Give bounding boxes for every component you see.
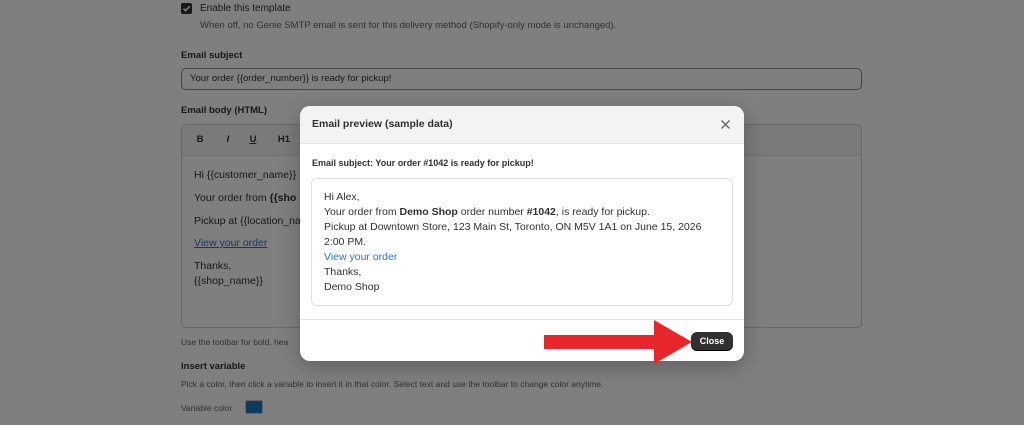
preview-order-text-1: Your order from — [324, 206, 400, 218]
preview-subject: Email subject: Your order #1042 is ready… — [312, 158, 534, 168]
close-icon[interactable] — [720, 119, 731, 130]
preview-order-line: Your order from Demo Shop order number #… — [324, 206, 650, 218]
close-button[interactable]: Close — [691, 332, 733, 350]
preview-shop-name: Demo Shop — [399, 206, 458, 218]
preview-body: Hi Alex, Your order from Demo Shop order… — [311, 178, 733, 306]
preview-pickup-line-2: 2:00 PM. — [324, 236, 367, 248]
modal-title: Email preview (sample data) — [312, 118, 453, 130]
preview-signoff: Demo Shop — [324, 281, 380, 293]
preview-thanks: Thanks, — [324, 266, 362, 278]
red-arrow-annotation — [544, 320, 692, 364]
preview-pickup-line-1: Pickup at Downtown Store, 123 Main St, T… — [324, 221, 702, 233]
preview-order-number: #1042 — [526, 206, 556, 218]
preview-greeting: Hi Alex, — [324, 191, 360, 203]
modal-header: Email preview (sample data) — [300, 106, 744, 144]
preview-order-text-3: , is ready for pickup. — [555, 206, 650, 218]
preview-order-text-2: order number — [457, 206, 527, 218]
preview-view-order-link[interactable]: View your order — [324, 251, 397, 263]
